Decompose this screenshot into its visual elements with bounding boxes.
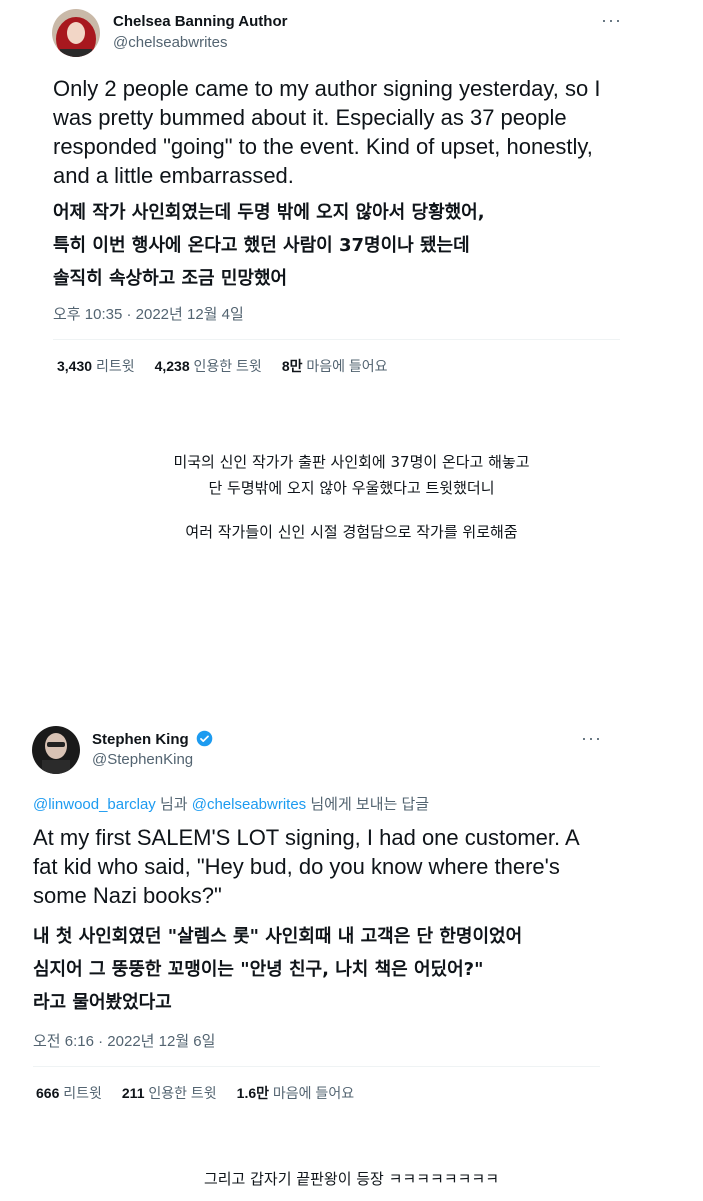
korean-line: 솔직히 속상하고 조금 민망했어 (53, 268, 288, 289)
tweet-timestamp[interactable]: 오후 10:35 · 2022년 12월 4일 (53, 303, 244, 324)
korean-line: 특히 이번 행사에 온다고 했던 사람이 37명이나 됐는데 (53, 235, 470, 256)
more-horizontal-icon[interactable]: ··· (581, 728, 602, 749)
tweet-text-english: Only 2 people came to my author signing … (53, 76, 601, 188)
caption-line: 미국의 신인 작가가 출판 사인회에 37명이 온다고 해놓고 (173, 453, 530, 471)
like-stat[interactable]: 1.6만 마음에 들어요 (237, 1083, 354, 1103)
mention-link[interactable]: @linwood_barclay (33, 796, 156, 813)
retweet-stat[interactable]: 3,430 리트윗 (57, 356, 135, 376)
author-name[interactable]: Stephen King (92, 730, 213, 751)
tweet-stats: 666 리트윗 211 인용한 트윗 1.6만 마음에 들어요 (36, 1083, 354, 1103)
author-name[interactable]: Chelsea Banning Author (113, 13, 287, 30)
tweet-timestamp[interactable]: 오전 6:16 · 2022년 12월 6일 (33, 1030, 215, 1051)
caption-intro: 미국의 신인 작가가 출판 사인회에 37명이 온다고 해놓고 단 두명밖에 오… (0, 449, 703, 501)
korean-line: 내 첫 사인회였던 "살렘스 롯" 사인회때 내 고객은 단 한명이었어 (33, 926, 523, 947)
verified-badge-icon (196, 730, 213, 751)
caption-ending: 그리고 갑자기 끝판왕이 등장 ㅋㅋㅋㅋㅋㅋㅋㅋ (203, 1170, 500, 1188)
tweet-stats: 3,430 리트윗 4,238 인용한 트윗 8만 마음에 들어요 (57, 356, 388, 376)
avatar-chelsea[interactable] (52, 9, 100, 57)
tweet-text-english: At my first SALEM'S LOT signing, I had o… (33, 825, 579, 908)
mention-link[interactable]: @chelseabwrites (192, 796, 306, 813)
avatar-stephen-king[interactable] (32, 726, 80, 774)
author-handle[interactable]: @chelseabwrites (113, 34, 227, 51)
divider (53, 339, 620, 340)
korean-line: 심지어 그 뚱뚱한 꼬맹이는 "안녕 친구, 나치 책은 어딨어?" (33, 959, 484, 980)
more-horizontal-icon[interactable]: ··· (601, 10, 622, 31)
retweet-stat[interactable]: 666 리트윗 (36, 1083, 102, 1103)
reply-text: 님과 (155, 796, 192, 813)
caption-comfort: 여러 작가들이 신인 시절 경험담으로 작가를 위로해줌 (185, 523, 518, 541)
like-stat[interactable]: 8만 마음에 들어요 (282, 356, 388, 376)
tweet-text-korean: 어제 작가 사인회였는데 두명 밖에 오지 않아서 당황했어, 특히 이번 행사… (53, 196, 653, 295)
author-handle[interactable]: @StephenKing (92, 751, 193, 768)
divider (33, 1066, 600, 1067)
quote-tweet-stat[interactable]: 4,238 인용한 트윗 (155, 356, 262, 376)
caption-line: 단 두명밖에 오지 않아 우울했다고 트윗했더니 (208, 479, 495, 497)
replying-to: @linwood_barclay 님과 @chelseabwrites 님에게 … (33, 793, 429, 814)
korean-line: 라고 물어봤었다고 (33, 992, 172, 1013)
reply-text: 님에게 보내는 답글 (306, 796, 430, 813)
tweet-text-korean: 내 첫 사인회였던 "살렘스 롯" 사인회때 내 고객은 단 한명이었어 심지어… (33, 920, 673, 1019)
korean-line: 어제 작가 사인회였는데 두명 밖에 오지 않아서 당황했어, (53, 202, 485, 223)
quote-tweet-stat[interactable]: 211 인용한 트윗 (122, 1083, 217, 1103)
